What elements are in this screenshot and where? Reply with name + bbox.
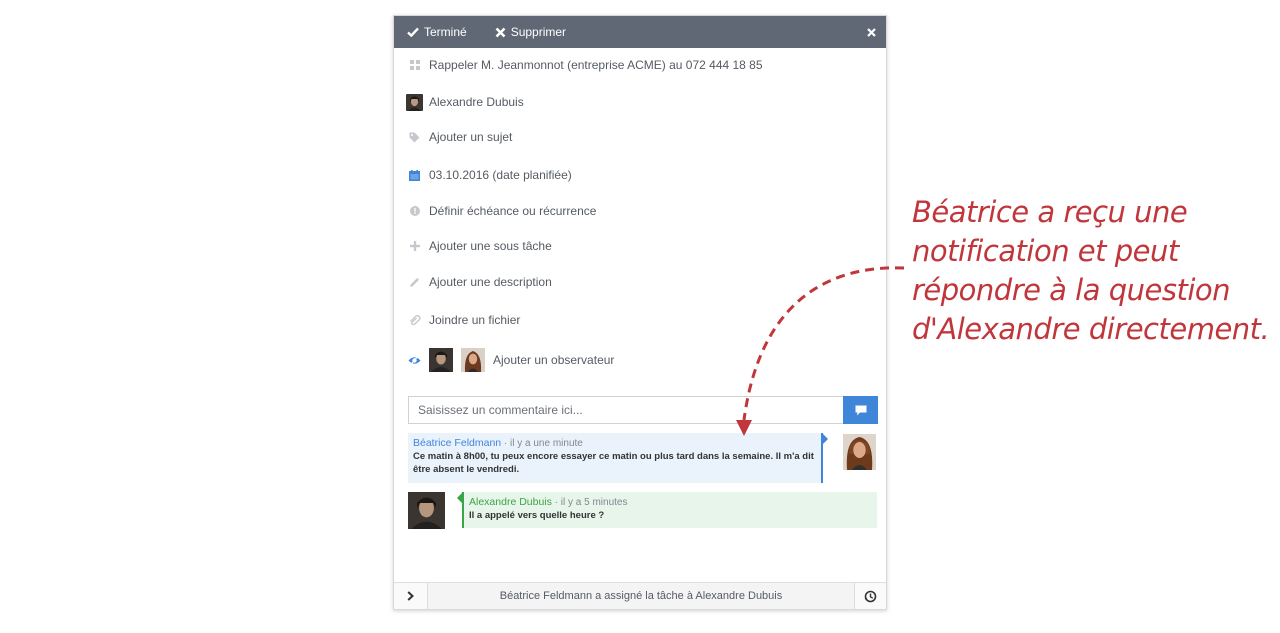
add-description-label: Ajouter une description <box>429 275 552 289</box>
expand-button[interactable] <box>394 583 428 609</box>
task-title-row[interactable]: Rappeler M. Jeanmonnot (entreprise ACME)… <box>394 56 886 74</box>
stage: Terminé Supprimer Rappeler M. Jeanmonnot… <box>0 0 1280 633</box>
comment-box <box>408 396 878 424</box>
planned-date-label: 03.10.2016 (date planifiée) <box>429 168 572 182</box>
comment-header: Alexandre Dubuis · il y a 5 minutes <box>469 496 872 508</box>
speech-bubble-icon <box>855 405 866 415</box>
paperclip-icon <box>394 315 429 325</box>
comment-time: · il y a une minute <box>503 438 583 449</box>
beatrice-avatar <box>843 434 876 470</box>
deadline-label: Définir échéance ou récurrence <box>429 204 597 218</box>
close-button[interactable] <box>867 27 876 37</box>
annotation-note: Béatrice a reçu une notification et peut… <box>912 193 1272 349</box>
comment-item: Alexandre Dubuis · il y a 5 minutes Il a… <box>457 492 877 528</box>
tag-icon <box>394 132 429 143</box>
history-button[interactable] <box>854 583 886 609</box>
task-toolbar: Terminé Supprimer <box>394 16 886 48</box>
annotation-line: répondre à la question <box>912 273 1231 307</box>
observer-avatar-beatrice[interactable] <box>461 348 485 372</box>
task-title: Rappeler M. Jeanmonnot (entreprise ACME)… <box>429 58 763 72</box>
comment-text: Il a appelé vers quelle heure ? <box>469 510 605 521</box>
delete-label: Supprimer <box>510 25 567 39</box>
done-label: Terminé <box>424 25 467 39</box>
add-observer-label: Ajouter un observateur <box>493 353 615 367</box>
add-description-row[interactable]: Ajouter une description <box>394 273 886 291</box>
add-subject-row[interactable]: Ajouter un sujet <box>394 128 886 146</box>
pencil-icon <box>394 277 429 288</box>
add-subtask-label: Ajouter une sous tâche <box>429 239 552 253</box>
comment-text: Ce matin à 8h00, tu peux encore essayer … <box>413 451 814 475</box>
comment-header: Béatrice Feldmann · il y a une minute <box>413 437 816 449</box>
task-grid-icon <box>394 60 429 70</box>
check-icon <box>407 27 419 37</box>
add-subject-label: Ajouter un sujet <box>429 130 513 144</box>
assignee-row[interactable]: Alexandre Dubuis <box>394 93 886 111</box>
observers-row[interactable]: Ajouter un observateur <box>394 347 886 373</box>
comment-time: · il y a 5 minutes <box>554 497 628 508</box>
calendar-icon <box>394 169 429 181</box>
annotation-line: notification et peut <box>912 234 1179 268</box>
chevron-right-icon <box>407 591 414 601</box>
annotation-line: Béatrice a reçu une <box>912 195 1188 229</box>
observer-avatar-alexandre[interactable] <box>429 348 453 372</box>
alexandre-avatar <box>408 492 445 529</box>
assignee-icon-cell <box>394 93 429 111</box>
planned-date-row[interactable]: 03.10.2016 (date planifiée) <box>394 166 886 184</box>
activity-status: Béatrice Feldmann a assigné la tâche à A… <box>499 590 783 602</box>
close-icon <box>867 27 876 37</box>
attach-file-row[interactable]: Joindre un fichier <box>394 311 886 329</box>
deadline-row[interactable]: Définir échéance ou récurrence <box>394 202 886 220</box>
comment-send-button[interactable] <box>843 396 878 424</box>
comment-input[interactable] <box>408 396 843 424</box>
plus-icon <box>394 241 429 251</box>
history-icon <box>864 590 877 602</box>
comment-item: Béatrice Feldmann · il y a une minute Ce… <box>408 433 828 483</box>
annotation-line: d'Alexandre directement. <box>912 312 1270 346</box>
task-footer: Béatrice Feldmann a assigné la tâche à A… <box>394 582 886 609</box>
comment-author[interactable]: Béatrice Feldmann <box>413 437 501 449</box>
comment-author[interactable]: Alexandre Dubuis <box>469 496 552 508</box>
exclamation-circle-icon <box>394 206 429 216</box>
cross-icon <box>495 27 506 37</box>
assignee-avatar <box>406 93 423 111</box>
done-button[interactable]: Terminé <box>407 25 467 39</box>
attach-file-label: Joindre un fichier <box>429 313 521 327</box>
task-panel: Terminé Supprimer Rappeler M. Jeanmonnot… <box>393 15 887 610</box>
add-subtask-row[interactable]: Ajouter une sous tâche <box>394 237 886 255</box>
eye-icon <box>394 354 429 366</box>
assignee-name: Alexandre Dubuis <box>429 95 524 109</box>
delete-button[interactable]: Supprimer <box>495 25 566 39</box>
